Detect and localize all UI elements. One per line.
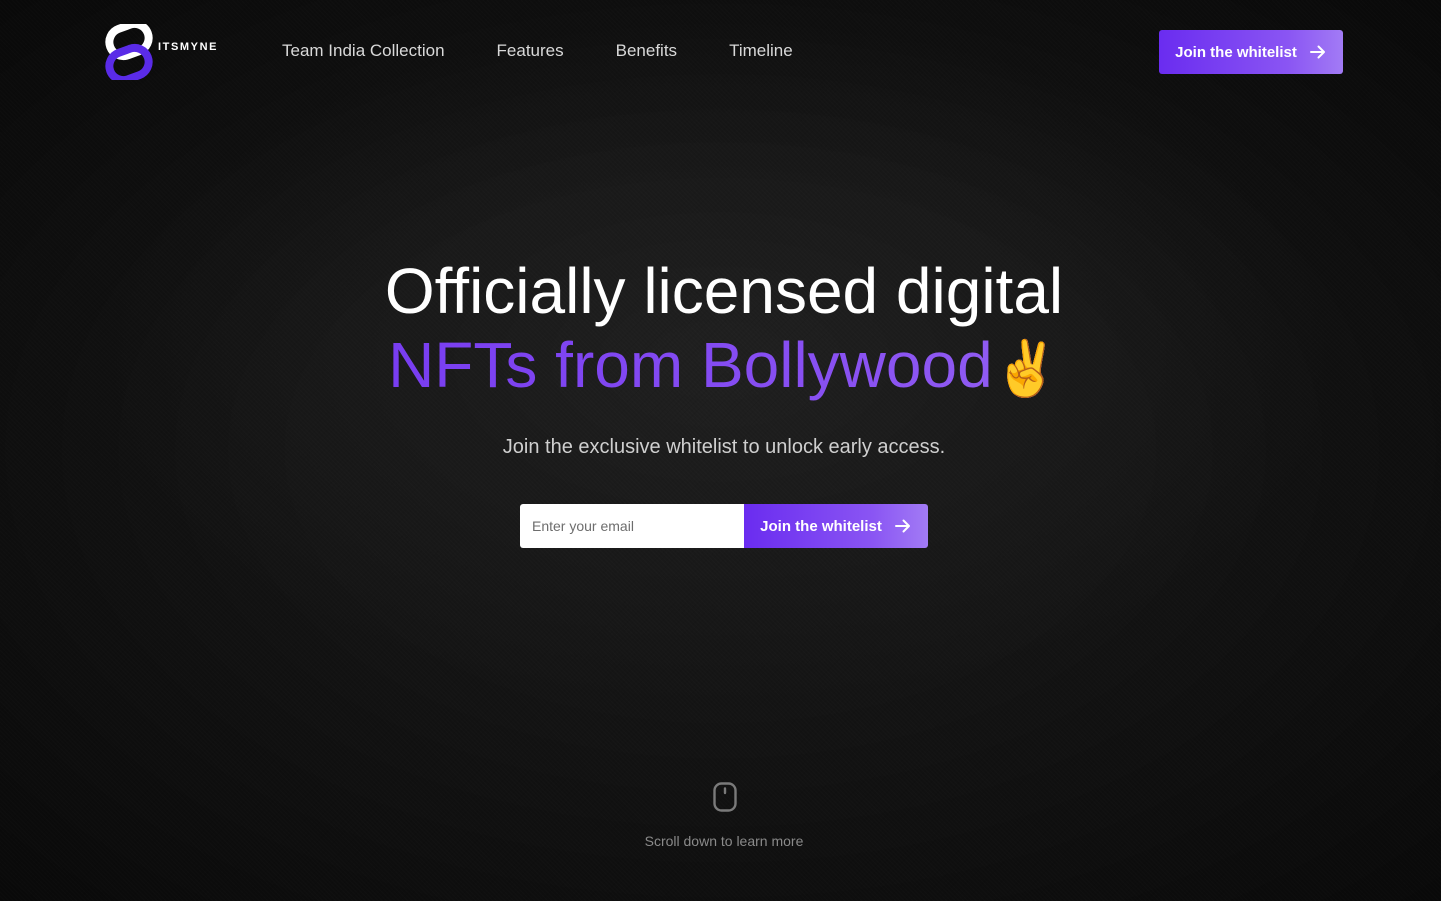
- hero-title-line1: Officially licensed digital: [384, 255, 1064, 327]
- infinity-link-logo-icon: [105, 24, 153, 80]
- header-join-whitelist-label: Join the whitelist: [1175, 43, 1297, 61]
- victory-hand-icon: ✌: [992, 339, 1060, 399]
- nav-item-features[interactable]: Features: [497, 41, 564, 61]
- arrow-right-icon: [894, 519, 910, 533]
- hero-title-line2: NFTs from Bollywood✌: [0, 328, 1441, 406]
- header-join-whitelist-button[interactable]: Join the whitelist: [1159, 30, 1343, 74]
- scroll-hint-label: Scroll down to learn more: [644, 833, 804, 849]
- arrow-right-icon: [1309, 45, 1325, 59]
- nav-item-benefits[interactable]: Benefits: [616, 41, 677, 61]
- join-whitelist-button[interactable]: Join the whitelist: [744, 504, 928, 548]
- site-header: ITSMYNE Team India Collection Features B…: [104, 24, 1343, 80]
- brand-logo[interactable]: ITSMYNE: [104, 24, 234, 80]
- hero-title: Officially licensed digital NFTs from Bo…: [0, 254, 1441, 406]
- hero-subtitle: Join the exclusive whitelist to unlock e…: [502, 436, 946, 458]
- nav-item-timeline[interactable]: Timeline: [729, 41, 793, 61]
- join-whitelist-label: Join the whitelist: [760, 517, 882, 535]
- email-input[interactable]: [520, 504, 744, 548]
- whitelist-signup-form: Join the whitelist: [520, 504, 928, 548]
- nav-item-team-india-collection[interactable]: Team India Collection: [282, 41, 445, 61]
- main-nav: Team India Collection Features Benefits …: [282, 41, 793, 61]
- brand-name: ITSMYNE: [158, 41, 219, 53]
- hero-title-line2-text: NFTs from Bollywood: [388, 329, 993, 401]
- mouse-icon: [713, 782, 737, 812]
